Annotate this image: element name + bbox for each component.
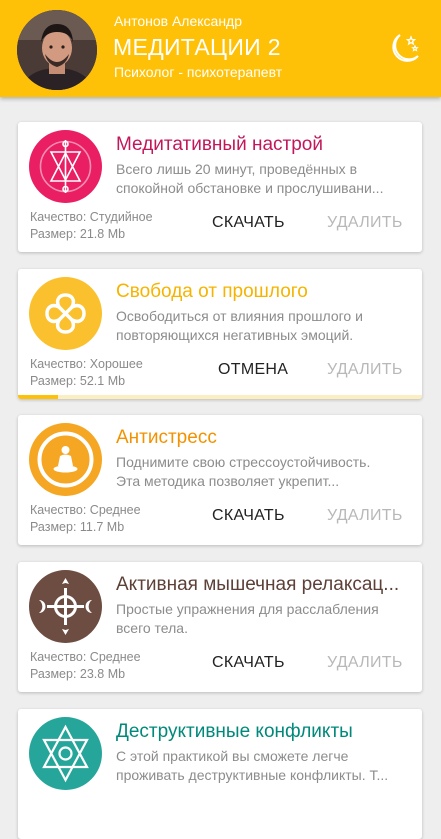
download-button[interactable]: СКАЧАТЬ — [212, 507, 285, 525]
moon-cross-icon — [29, 570, 102, 643]
quality-label: Качество: Среднее — [30, 503, 141, 517]
card-title: Активная мышечная релаксац... — [116, 574, 400, 595]
user-role: Психолог - психотерапевт — [114, 64, 283, 80]
download-button[interactable]: СКАЧАТЬ — [212, 654, 285, 672]
size-label: Размер: 11.7 Mb — [30, 520, 125, 534]
meditation-card[interactable]: Деструктивные конфликты С этой практикой… — [18, 709, 422, 839]
size-label: Размер: 21.8 Mb — [30, 227, 126, 241]
meditation-card[interactable]: Активная мышечная релаксац... Простые уп… — [18, 562, 422, 692]
size-label: Размер: 23.8 Mb — [30, 667, 126, 681]
delete-button[interactable]: УДАЛИТЬ — [327, 214, 403, 232]
card-title: Антистресс — [116, 427, 217, 448]
alchemy-symbol-icon — [29, 130, 102, 203]
meditation-card[interactable]: Свобода от прошлого Освободиться от влия… — [18, 269, 422, 399]
avatar[interactable] — [17, 10, 97, 90]
meditating-buddha-icon — [29, 423, 102, 496]
moon-stars-icon — [392, 34, 419, 62]
download-progress-bar — [18, 395, 422, 399]
delete-button[interactable]: УДАЛИТЬ — [327, 361, 403, 379]
card-description: Освободиться от влияния прошлого и повто… — [116, 308, 363, 343]
size-label: Размер: 52.1 Mb — [30, 374, 126, 388]
night-mode-button[interactable] — [385, 30, 423, 68]
quality-label: Качество: Студийное — [30, 210, 153, 224]
quality-label: Качество: Хорошее — [30, 357, 143, 371]
quality-label: Качество: Среднее — [30, 650, 141, 664]
app-title: МЕДИТАЦИИ 2 — [113, 34, 281, 60]
meditation-card[interactable]: Медитативный настрой Всего лишь 20 минут… — [18, 122, 422, 252]
user-name: Антонов Александр — [114, 13, 243, 29]
celtic-knot-icon — [29, 277, 102, 350]
card-title: Деструктивные конфликты — [116, 721, 353, 742]
delete-button[interactable]: УДАЛИТЬ — [327, 654, 403, 672]
download-button[interactable]: СКАЧАТЬ — [212, 214, 285, 232]
card-description: Всего лишь 20 минут, проведённых в споко… — [116, 161, 384, 196]
unicursal-hexagram-icon — [29, 717, 102, 790]
app-header: Антонов Александр МЕДИТАЦИИ 2 Психолог -… — [0, 0, 441, 97]
delete-button[interactable]: УДАЛИТЬ — [327, 507, 403, 525]
card-description: Простые упражнения для расслабления всег… — [116, 601, 379, 636]
download-progress-fill — [18, 395, 59, 399]
meditation-card[interactable]: Антистресс Поднимите свою стрессоустойчи… — [18, 415, 422, 545]
card-description: С этой практикой вы сможете легче прожив… — [116, 748, 389, 783]
card-title: Медитативный настрой — [116, 134, 323, 155]
card-title: Свобода от прошлого — [116, 281, 308, 302]
card-description: Поднимите свою стрессоустойчивость. Эта … — [116, 454, 371, 489]
cancel-button[interactable]: ОТМЕНА — [218, 361, 288, 379]
